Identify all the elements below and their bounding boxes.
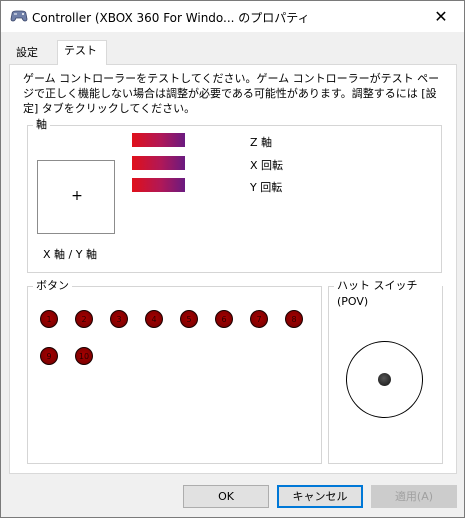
controller-button-1: 1 <box>40 310 58 328</box>
button-number: 3 <box>116 314 122 324</box>
controller-button-10: 10 <box>75 347 93 365</box>
test-description: ゲーム コントローラーをテストしてください。ゲーム コントローラーがテスト ペー… <box>23 72 440 115</box>
pov-group-label: ハット スイッチ (POV) <box>334 278 442 310</box>
window-title: Controller (XBOX 360 For Windo... のプロパティ <box>32 11 310 25</box>
xy-axis-label: X 軸 / Y 軸 <box>43 248 97 261</box>
controller-button-4: 4 <box>145 310 163 328</box>
x-rotation-bar <box>132 156 185 170</box>
button-number: 10 <box>78 351 90 361</box>
tab-settings[interactable]: 設定 <box>10 43 44 65</box>
z-axis-label: Z 軸 <box>250 136 273 149</box>
button-number: 7 <box>256 314 262 324</box>
controller-button-2: 2 <box>75 310 93 328</box>
y-rotation-label: Y 回転 <box>250 181 283 194</box>
button-number: 5 <box>186 314 192 324</box>
controller-button-9: 9 <box>40 347 58 365</box>
close-icon: ✕ <box>434 7 448 26</box>
controller-button-3: 3 <box>110 310 128 328</box>
controller-button-7: 7 <box>250 310 268 328</box>
properties-dialog: Controller (XBOX 360 For Windo... のプロパティ… <box>0 0 465 518</box>
axes-group-label: 軸 <box>33 117 50 133</box>
xy-axis-display: + <box>37 160 115 234</box>
pov-center-dot <box>378 373 391 386</box>
controller-button-8: 8 <box>285 310 303 328</box>
button-number: 8 <box>291 314 297 324</box>
tab-test[interactable]: テスト <box>57 40 107 65</box>
ok-button[interactable]: OK <box>183 485 269 508</box>
button-number: 1 <box>46 314 52 324</box>
gamepad-icon <box>10 10 28 22</box>
button-number: 9 <box>46 351 52 361</box>
button-number: 4 <box>151 314 157 324</box>
buttons-group-label: ボタン <box>33 278 72 294</box>
controller-button-6: 6 <box>215 310 233 328</box>
button-number: 6 <box>221 314 227 324</box>
crosshair-icon: + <box>71 188 83 204</box>
controller-button-5: 5 <box>180 310 198 328</box>
button-number: 2 <box>81 314 87 324</box>
pov-indicator <box>346 341 423 418</box>
apply-button[interactable]: 適用(A) <box>371 485 457 508</box>
x-rotation-label: X 回転 <box>250 159 284 172</box>
buttons-group: ボタン <box>27 278 322 464</box>
cancel-button[interactable]: キャンセル <box>277 485 363 508</box>
z-axis-bar <box>132 133 185 147</box>
close-button[interactable]: ✕ <box>418 1 464 32</box>
title-bar: Controller (XBOX 360 For Windo... のプロパティ… <box>1 1 464 32</box>
y-rotation-bar <box>132 178 185 192</box>
